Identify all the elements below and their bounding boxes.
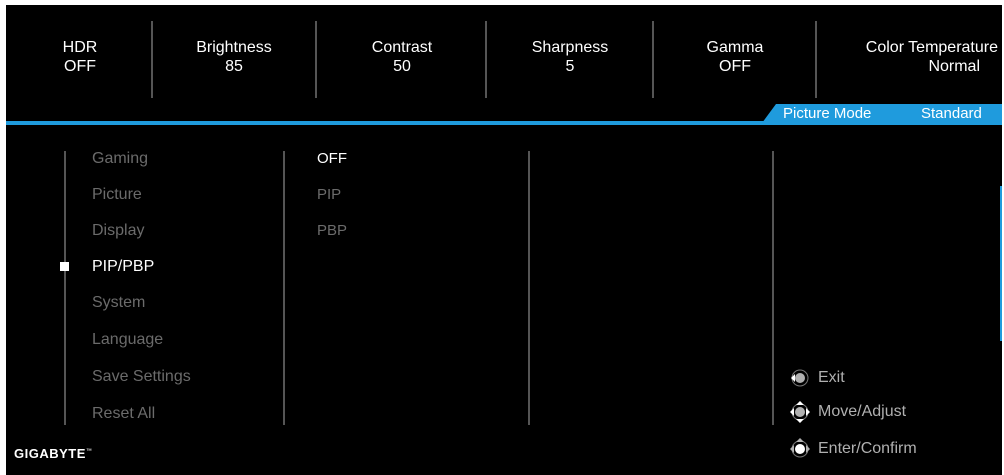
menu-item-display[interactable]: Display [92,222,144,240]
picture-mode-label: Picture Mode [783,105,872,122]
hint-exit-label: Exit [818,369,845,386]
joystick-updown-icon [790,401,810,423]
status-gamma-value: OFF [719,58,751,75]
column-divider [772,151,774,425]
status-contrast: Contrast 50 [317,5,487,103]
trademark-mark: ™ [85,448,93,455]
status-bar: HDR OFF Brightness 85 Contrast 50 Sharpn… [6,5,1002,103]
status-hdr-label: HDR [62,39,98,56]
column-divider [528,151,530,425]
joystick-left-icon [791,369,809,387]
status-brightness-value: 85 [225,58,243,75]
menu-item-picture[interactable]: Picture [92,186,142,204]
selection-marker [60,262,69,271]
menu-item-reset-all[interactable]: Reset All [92,405,155,423]
menu-item-pip-pbp[interactable]: PIP/PBP [92,258,154,276]
scroll-indicator [1000,186,1002,341]
picture-mode-value: Standard [921,105,982,122]
menu-item-gaming[interactable]: Gaming [92,150,148,168]
gigabyte-logo: GIGABYTE™ [14,446,92,461]
logo-text: GIGABYTE [14,446,86,461]
status-color-temperature-label: Color Temperature [865,39,998,56]
status-contrast-value: 50 [393,58,411,75]
menu-item-system[interactable]: System [92,294,145,312]
status-contrast-label: Contrast [371,39,433,56]
status-brightness: Brightness 85 [154,5,314,103]
status-sharpness: Sharpness 5 [487,5,653,103]
joystick-press-icon [790,438,810,458]
status-divider [151,21,153,98]
status-sharpness-label: Sharpness [531,39,609,56]
hint-move-adjust-label: Move/Adjust [818,403,907,420]
status-color-temperature: Color Temperature Normal [817,5,1002,103]
submenu-item-pip[interactable]: PIP [317,186,341,203]
hint-enter-confirm-label: Enter/Confirm [818,440,917,457]
menu-item-language[interactable]: Language [92,331,163,349]
status-color-temperature-value: Normal [928,58,980,75]
status-sharpness-value: 5 [565,58,575,75]
status-brightness-label: Brightness [196,39,272,56]
submenu-item-off[interactable]: OFF [317,150,347,167]
menu-item-save-settings[interactable]: Save Settings [92,368,191,386]
submenu-item-pbp[interactable]: PBP [317,222,347,239]
status-hdr-value: OFF [64,58,96,75]
status-hdr: HDR OFF [6,5,154,103]
column-divider [64,151,66,425]
column-divider [283,151,285,425]
status-gamma: Gamma OFF [654,5,816,103]
osd-screen: HDR OFF Brightness 85 Contrast 50 Sharpn… [0,0,1004,475]
status-gamma-label: Gamma [706,39,764,56]
